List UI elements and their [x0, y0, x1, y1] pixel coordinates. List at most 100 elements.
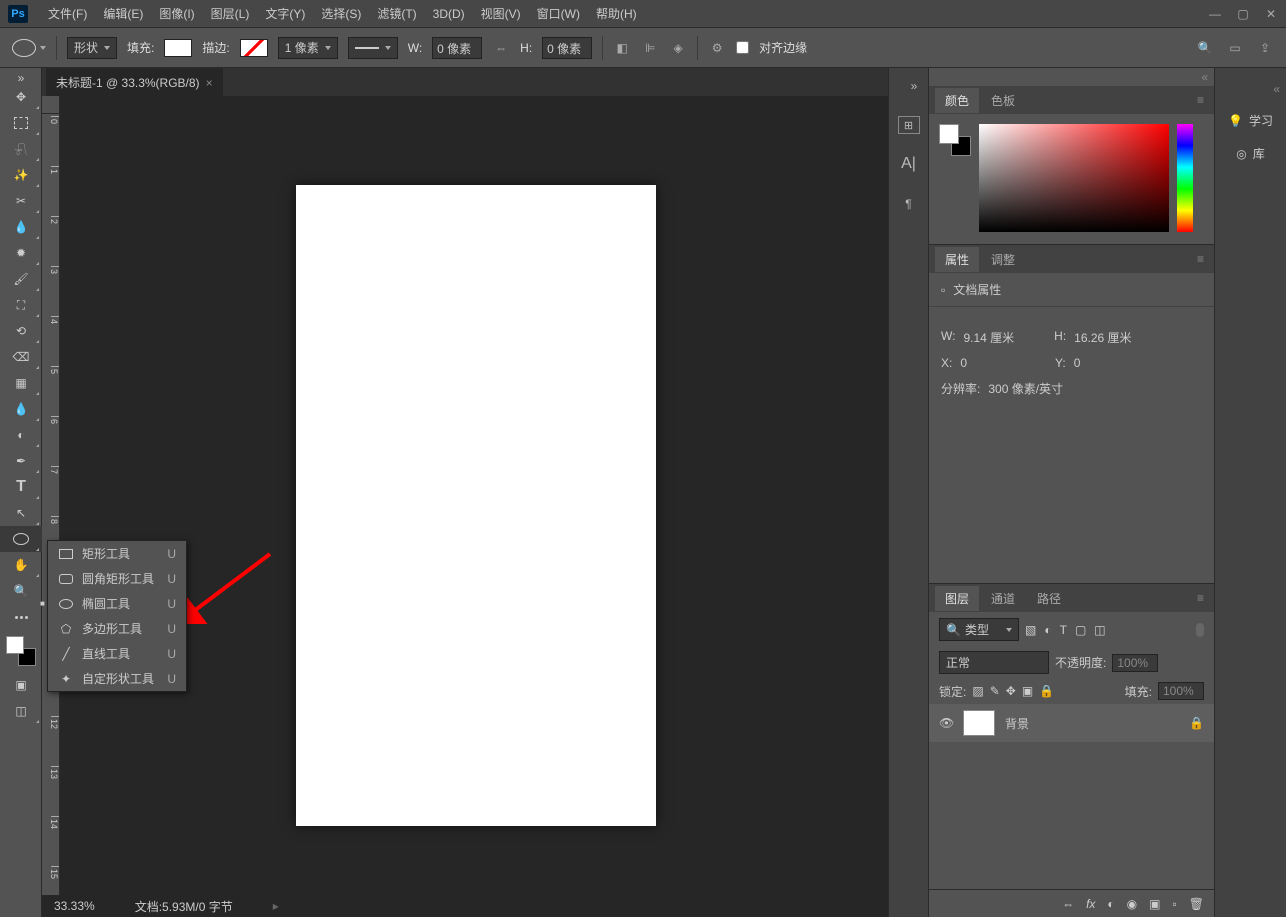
tab-channels[interactable]: 通道 [981, 586, 1025, 611]
dock-85-icon[interactable]: ⊞ [898, 116, 920, 134]
delete-icon[interactable]: 🗑 [1189, 897, 1204, 911]
menu-filter[interactable]: 滤镜(T) [369, 0, 424, 27]
ruler-vertical[interactable]: 0123456789101112131415 [42, 114, 60, 895]
wand-tool[interactable]: ✨ [0, 162, 42, 188]
stroke-width-input[interactable]: 1 像素 [278, 37, 338, 59]
shape-mode-select[interactable]: 形状 [67, 37, 117, 59]
marquee-tool[interactable] [0, 110, 42, 136]
eraser-tool[interactable]: ⌫ [0, 344, 42, 370]
filter-toggle[interactable] [1196, 623, 1204, 637]
collapse-panels[interactable]: « [1195, 68, 1214, 86]
width-input[interactable]: 0 像素 [432, 37, 482, 59]
color-field[interactable] [979, 124, 1169, 232]
hand-tool[interactable]: ✋ [0, 552, 42, 578]
edit-toolbar[interactable] [0, 604, 42, 630]
fill-swatch[interactable] [164, 39, 192, 57]
fill-input[interactable]: 100% [1158, 682, 1204, 700]
menu-type[interactable]: 文字(Y) [257, 0, 313, 27]
history-brush-tool[interactable]: ⟲ [0, 318, 42, 344]
align-edges-checkbox[interactable] [736, 41, 749, 54]
brush-tool[interactable]: 🖌 [0, 266, 42, 292]
opacity-input[interactable]: 100% [1112, 654, 1158, 672]
hue-slider[interactable] [1177, 124, 1193, 232]
close-button[interactable]: ✕ [1264, 7, 1278, 21]
layer-thumbnail[interactable] [963, 710, 995, 736]
minimize-button[interactable]: — [1208, 7, 1222, 21]
shape-tool[interactable] [0, 526, 42, 552]
dodge-tool[interactable]: ◐ [0, 422, 42, 448]
path-ops-icon[interactable]: ◧ [613, 39, 631, 57]
dock-paragraph-icon[interactable]: ¶ [899, 194, 919, 214]
layer-name[interactable]: 背景 [1005, 715, 1029, 732]
panel-color-swatches[interactable] [939, 124, 971, 156]
blur-tool[interactable]: 💧 [0, 396, 42, 422]
flyout-rectangle[interactable]: 矩形工具U [48, 541, 186, 566]
link-icon[interactable]: ⇔ [492, 39, 510, 57]
search-icon[interactable]: 🔍 [1196, 39, 1214, 57]
share-icon[interactable]: ⇪ [1256, 39, 1274, 57]
lock-paint-icon[interactable]: ✎ [990, 684, 1000, 698]
menu-edit[interactable]: 编辑(E) [95, 0, 151, 27]
stroke-swatch[interactable] [240, 39, 268, 57]
layer-filter-select[interactable]: 🔍 类型 [939, 618, 1019, 641]
height-input[interactable]: 0 像素 [542, 37, 592, 59]
flyout-rounded-rect[interactable]: 圆角矩形工具U [48, 566, 186, 591]
dock-character-icon[interactable]: A| [899, 154, 919, 174]
filter-smart-icon[interactable]: ◫ [1094, 623, 1105, 637]
link-layers-icon[interactable]: ⇔ [1062, 897, 1074, 911]
tab-layers[interactable]: 图层 [935, 586, 979, 611]
menu-view[interactable]: 视图(V) [473, 0, 529, 27]
stroke-style-select[interactable] [348, 37, 398, 59]
zoom-level[interactable]: 33.33% [54, 899, 95, 913]
flyout-custom-shape[interactable]: ✦ 自定形状工具U [48, 666, 186, 691]
lock-artboard-icon[interactable]: ▣ [1022, 684, 1033, 698]
heal-tool[interactable]: ✹ [0, 240, 42, 266]
arrange-icon[interactable]: ◈ [669, 39, 687, 57]
fx-icon[interactable]: fx [1086, 897, 1095, 911]
gear-icon[interactable]: ⚙ [708, 39, 726, 57]
layers-panel-menu[interactable]: ≡ [1193, 591, 1208, 605]
adjustment-icon[interactable]: ◉ [1127, 897, 1137, 911]
learn-button[interactable]: 💡 学习 [1228, 112, 1273, 129]
screenmode-tool[interactable]: ◫ [0, 698, 42, 724]
pen-tool[interactable]: ✒ [0, 448, 42, 474]
lock-all-icon[interactable]: 🔒 [1039, 684, 1054, 698]
gradient-tool[interactable]: ▦ [0, 370, 42, 396]
tab-color[interactable]: 颜色 [935, 88, 979, 113]
filter-shape-icon[interactable]: ▢ [1075, 623, 1086, 637]
type-tool[interactable]: T [0, 474, 42, 500]
expand-toolbar[interactable]: » [0, 72, 42, 84]
layer-row-background[interactable]: 👁 背景 🔒 [929, 704, 1214, 742]
flyout-line[interactable]: ╱ 直线工具U [48, 641, 186, 666]
filter-adjust-icon[interactable]: ◐ [1044, 623, 1051, 637]
mask-icon[interactable]: ◐ [1107, 897, 1114, 911]
zoom-tool[interactable]: 🔍 [0, 578, 42, 604]
foreground-color[interactable] [6, 636, 24, 654]
tab-adjustments[interactable]: 调整 [981, 247, 1025, 272]
filter-pixel-icon[interactable]: ▧ [1025, 623, 1036, 637]
close-tab-icon[interactable]: × [206, 76, 213, 90]
menu-3d[interactable]: 3D(D) [425, 0, 473, 27]
color-panel-menu[interactable]: ≡ [1193, 93, 1208, 107]
menu-image[interactable]: 图像(I) [151, 0, 202, 27]
menu-window[interactable]: 窗口(W) [529, 0, 588, 27]
tab-swatches[interactable]: 色板 [981, 88, 1025, 113]
flyout-ellipse[interactable]: ■ 椭圆工具U [48, 591, 186, 616]
crop-tool[interactable]: ✂ [0, 188, 42, 214]
stamp-tool[interactable]: ⛶ [0, 292, 42, 318]
menu-select[interactable]: 选择(S) [313, 0, 369, 27]
library-button[interactable]: ◎ 库 [1236, 145, 1265, 162]
dock-collapse-icon[interactable]: » [904, 76, 924, 96]
quickmask-tool[interactable]: ▣ [0, 672, 42, 698]
doc-tab[interactable]: 未标题-1 @ 33.3%(RGB/8) × [46, 68, 223, 96]
filter-type-icon[interactable]: T [1060, 623, 1067, 637]
lasso-tool[interactable]: 𓍯 [0, 136, 42, 162]
visibility-toggle[interactable]: 👁 [939, 716, 953, 730]
tool-preset[interactable] [12, 39, 46, 57]
maximize-button[interactable]: ▢ [1236, 7, 1250, 21]
group-icon[interactable]: ▣ [1149, 897, 1160, 911]
align-icon[interactable]: ⊫ [641, 39, 659, 57]
path-select-tool[interactable]: ↖ [0, 500, 42, 526]
lock-position-icon[interactable]: ✥ [1006, 684, 1016, 698]
workspace-icon[interactable]: ▭ [1226, 39, 1244, 57]
